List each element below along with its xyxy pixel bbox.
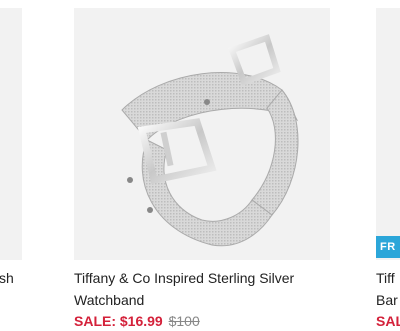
product-title-right[interactable]: Tiff Bar: [376, 267, 400, 311]
shipping-badge: FR: [376, 236, 400, 258]
product-title[interactable]: Tiffany & Co Inspired Sterling Silver Wa…: [74, 267, 330, 311]
product-card-left[interactable]: sh: [0, 0, 28, 331]
product-image-left[interactable]: [0, 8, 22, 260]
product-title-right-line2[interactable]: Bar: [376, 289, 400, 311]
product-image[interactable]: [74, 8, 330, 260]
product-title-left[interactable]: sh: [0, 267, 14, 289]
sale-price-right: SAL: [376, 313, 400, 329]
product-card-right[interactable]: FR Tiff Bar SAL: [376, 0, 400, 331]
product-title-right-line1[interactable]: Tiff: [376, 267, 400, 289]
sale-price: SALE: $16.99: [74, 313, 163, 329]
mesh-watchband-image: [121, 34, 299, 247]
product-price: SALE: $16.99 $100: [74, 311, 200, 331]
product-title-line2[interactable]: Watchband: [74, 289, 330, 311]
product-image-right[interactable]: [376, 8, 400, 260]
product-title-line1[interactable]: Tiffany & Co Inspired Sterling Silver: [74, 267, 330, 289]
product-card-center[interactable]: Tiffany & Co Inspired Sterling Silver Wa…: [74, 0, 330, 331]
original-price: $100: [168, 313, 200, 329]
